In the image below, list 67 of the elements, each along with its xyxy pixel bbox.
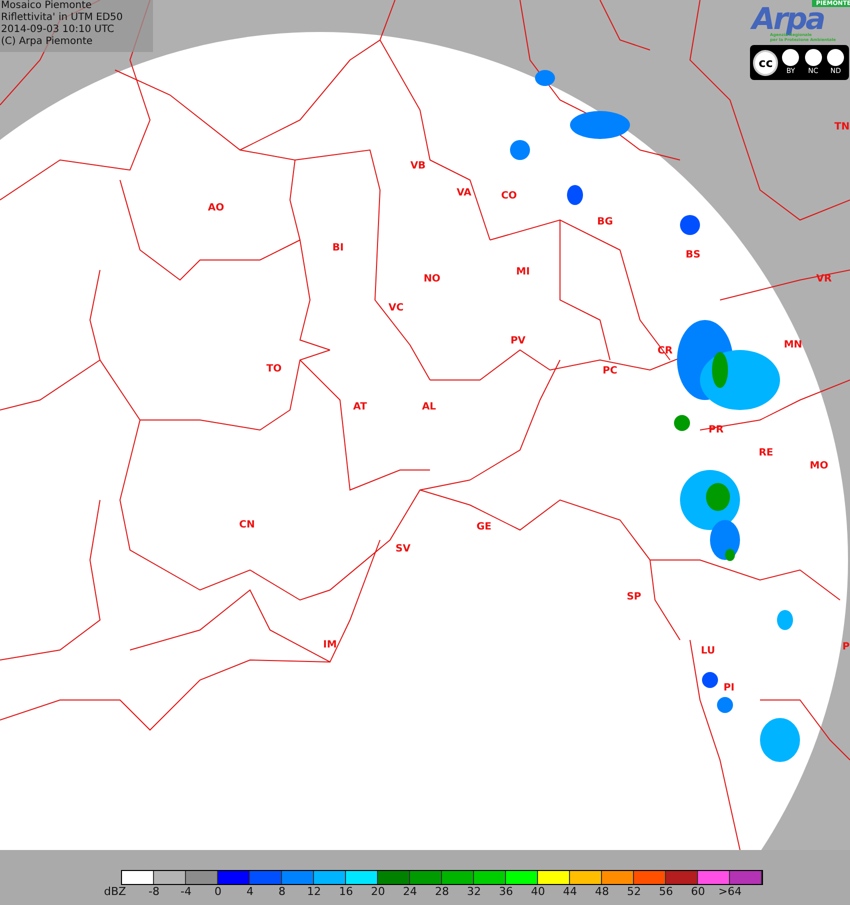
province-label: MO: [810, 460, 828, 472]
province-label: VA: [456, 188, 472, 198]
province-label: VC: [388, 302, 404, 314]
license-term-icon: [827, 49, 844, 66]
radar-echo: [717, 697, 733, 713]
radar-echo: [567, 185, 583, 205]
scale-tick-label: 8: [278, 885, 286, 899]
province-label: RE: [758, 448, 774, 458]
scale-tick-label: 40: [530, 885, 546, 899]
radar-echo: [777, 610, 793, 630]
scale-tick-label: >64: [717, 885, 743, 899]
province-label: PR: [708, 424, 724, 436]
cc-mark: cc: [753, 50, 778, 76]
province-label: AL: [422, 402, 436, 412]
license-term-icon: [782, 49, 800, 66]
scale-tick-label: 32: [466, 885, 482, 899]
province-label: MN: [784, 340, 802, 350]
scale-tick-label: -8: [148, 885, 160, 899]
info-text: (C) Arpa Piemonte: [1, 36, 94, 48]
scale-tick-label: 44: [562, 885, 578, 899]
province-label: SV: [396, 544, 410, 554]
scale-tick-label: 36: [498, 885, 514, 899]
province-label: BI: [332, 242, 344, 254]
scale-tick-label: 24: [402, 885, 418, 899]
province-label: PV: [510, 336, 526, 346]
province-label: SP: [626, 592, 642, 602]
province-label: LU: [700, 646, 716, 656]
scale-tick-label: 20: [370, 885, 386, 899]
province-label: TN: [834, 122, 850, 132]
radar-echo: [535, 70, 555, 86]
radar-echo: [510, 140, 530, 160]
province-label: GE: [476, 522, 492, 532]
scale-tick-label: 28: [434, 885, 450, 899]
province-label: IM: [323, 640, 337, 650]
info-text: Mosaico Piemonte: [1, 0, 93, 12]
province-label: PC: [602, 366, 618, 376]
province-label: CO: [501, 190, 517, 202]
radar-echo: [674, 415, 690, 431]
scale-tick-label: 52: [626, 885, 642, 899]
info-text: Riflettivita' in UTM ED50: [1, 12, 124, 24]
radar-echo: [680, 215, 700, 235]
scale-tick-label: 4: [246, 885, 254, 899]
scale-tick-label: -4: [180, 885, 192, 899]
scale-tick-label: 16: [338, 885, 354, 899]
province-label: MI: [516, 266, 530, 278]
scale-tick-label: 0: [214, 885, 222, 899]
scale-tick-label: 60: [690, 885, 706, 899]
scale-tick-label: 48: [594, 885, 610, 899]
scale-tick-label: 12: [306, 885, 322, 899]
province-label: AT: [353, 402, 367, 412]
province-label: PI: [723, 682, 735, 694]
province-label: TO: [266, 364, 282, 374]
radar-echo: [702, 672, 718, 688]
unit-label: dBZ: [104, 885, 126, 899]
info-text: 2014-09-03 10:10 UTC: [1, 24, 116, 36]
province-label: BG: [597, 216, 613, 228]
radar-echo: [760, 718, 800, 762]
province-label: CN: [239, 520, 255, 530]
province-label: BS: [686, 250, 700, 260]
province-label: AO: [208, 202, 224, 214]
province-label: VB: [410, 160, 426, 172]
province-label: NO: [424, 274, 440, 284]
radar-echo: [570, 111, 630, 139]
scale-tick-label: 56: [658, 885, 674, 899]
license-term-icon: [804, 49, 822, 66]
province-label: P: [842, 642, 850, 652]
province-label: VR: [816, 274, 832, 284]
